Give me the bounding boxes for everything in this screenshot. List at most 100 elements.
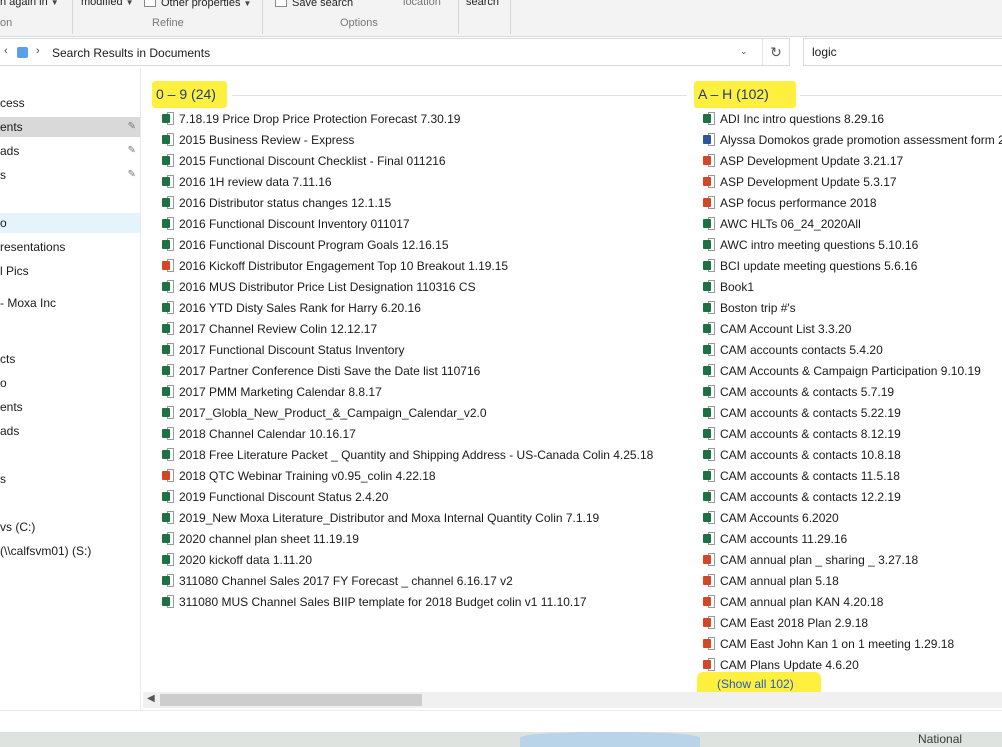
list-item[interactable]: 2016 1H review data 7.11.16	[162, 172, 332, 192]
list-item[interactable]: 2020 kickoff data 1.11.20	[162, 550, 312, 570]
list-item[interactable]: Boston trip #'s	[703, 298, 796, 318]
list-item[interactable]: 2015 Functional Discount Checklist - Fin…	[162, 151, 446, 171]
list-item[interactable]: 2016 Functional Discount Program Goals 1…	[162, 235, 449, 255]
scrollbar-thumb[interactable]	[160, 694, 422, 706]
list-item[interactable]: CAM accounts 11.29.16	[703, 529, 847, 549]
address-dropdown-icon[interactable]: ⌄	[740, 46, 748, 57]
nav-item-quick-access[interactable]: cess	[0, 93, 140, 113]
list-item[interactable]: CAM accounts & contacts 5.22.19	[703, 403, 901, 423]
list-item[interactable]: CAM Accounts & Campaign Participation 9.…	[703, 361, 981, 381]
open-again-button[interactable]: n again in ▼	[0, 0, 59, 8]
nav-item-documents-pinned[interactable]: ents ✎	[0, 117, 140, 137]
list-item[interactable]: CAM Account List 3.3.20	[703, 319, 851, 339]
list-item[interactable]: 2017 Partner Conference Disti Save the D…	[162, 361, 480, 381]
list-item[interactable]: CAM accounts & contacts 8.12.19	[703, 424, 901, 444]
excel-file-icon	[162, 574, 174, 587]
nav-item-onedrive-moxa[interactable]: - Moxa Inc	[0, 293, 140, 313]
file-name: 311080 MUS Channel Sales BIIP template f…	[179, 595, 587, 609]
chevron-left-icon[interactable]: ‹	[4, 45, 8, 57]
nav-item-documents[interactable]: ents	[0, 397, 140, 417]
list-item[interactable]: 2016 YTD Disty Sales Rank for Harry 6.20…	[162, 298, 421, 318]
list-item[interactable]: CAM East John Kan 1 on 1 meeting 1.29.18	[703, 634, 954, 654]
list-item[interactable]: CAM Accounts 6.2020	[703, 508, 839, 528]
list-item[interactable]: 2016 Distributor status changes 12.1.15	[162, 193, 391, 213]
close-search-label[interactable]: search	[466, 0, 499, 8]
list-item[interactable]: 2017 Channel Review Colin 12.12.17	[162, 319, 377, 339]
list-item[interactable]: 7.18.19 Price Drop Price Protection Fore…	[162, 109, 460, 129]
breadcrumb-separator-icon[interactable]: ›	[36, 45, 40, 57]
nav-item-objects[interactable]: cts	[0, 349, 140, 369]
list-item[interactable]: CAM annual plan 5.18	[703, 571, 839, 591]
list-item[interactable]: CAM accounts & contacts 10.8.18	[703, 445, 901, 465]
search-input[interactable]	[810, 44, 994, 60]
nav-item-label: o	[0, 376, 7, 390]
list-item[interactable]: 311080 Channel Sales 2017 FY Forecast _ …	[162, 571, 513, 591]
list-item[interactable]: Book1	[703, 277, 754, 297]
refresh-icon[interactable]: ↻	[762, 39, 789, 65]
excel-file-icon	[703, 259, 715, 272]
excel-file-icon	[162, 301, 174, 314]
nav-item-pics[interactable]: l Pics	[0, 261, 140, 281]
list-item[interactable]: CAM accounts & contacts 11.5.18	[703, 466, 900, 486]
list-item[interactable]: 2020 channel plan sheet 11.19.19	[162, 529, 359, 549]
nav-item-drive-c[interactable]: vs (C:)	[0, 517, 140, 537]
list-item[interactable]: CAM accounts & contacts 12.2.19	[703, 487, 901, 507]
list-item[interactable]: 2015 Business Review - Express	[162, 130, 354, 150]
list-item[interactable]: CAM accounts & contacts 5.7.19	[703, 382, 894, 402]
nav-item-desktop[interactable]: o	[0, 373, 140, 393]
list-item[interactable]: 2018 QTC Webinar Training v0.95_colin 4.…	[162, 466, 436, 486]
powerpoint-file-icon	[703, 154, 715, 167]
date-modified-button[interactable]: modified ▼	[81, 0, 134, 8]
horizontal-scrollbar[interactable]: ◀	[143, 692, 1002, 708]
list-item[interactable]: ASP Development Update 5.3.17	[703, 172, 897, 192]
list-item[interactable]: ASP focus performance 2018	[703, 193, 877, 213]
list-item[interactable]: ADI Inc intro questions 8.29.16	[703, 109, 884, 129]
search-box[interactable]	[803, 38, 1002, 66]
scroll-left-icon[interactable]: ◀	[147, 693, 155, 704]
list-item[interactable]: 2017 PMM Marketing Calendar 8.8.17	[162, 382, 382, 402]
other-properties-button[interactable]: Other properties ▼	[144, 0, 251, 9]
list-item[interactable]: 2016 MUS Distributor Price List Designat…	[162, 277, 476, 297]
map-label: National	[918, 732, 963, 746]
list-item[interactable]: Alyssa Domokos grade promotion assessmen…	[703, 130, 1002, 150]
list-item[interactable]: CAM accounts contacts 5.4.20	[703, 340, 883, 360]
address-bar[interactable]: ‹ › Search Results in Documents ⌄ ↻	[0, 38, 790, 66]
list-item[interactable]: BCI update meeting questions 5.6.16	[703, 256, 917, 276]
ribbon-divider	[510, 0, 511, 34]
save-search-button[interactable]: Save search	[275, 0, 353, 9]
group-header-a-h[interactable]: A – H (102)	[694, 81, 796, 108]
list-item[interactable]: CAM East 2018 Plan 2.9.18	[703, 613, 868, 633]
chevron-down-icon: ▼	[50, 0, 59, 7]
group-header-0-9[interactable]: 0 – 9 (24)	[152, 81, 227, 108]
nav-item-downloads-pinned[interactable]: ads ✎	[0, 141, 140, 161]
excel-file-icon	[703, 322, 715, 335]
nav-item-pictures-pinned[interactable]: s ✎	[0, 165, 140, 185]
list-item[interactable]: 2017_Globla_New_Product_&_Campaign_Calen…	[162, 403, 487, 423]
file-name: 2015 Business Review - Express	[179, 133, 355, 147]
list-item[interactable]: CAM annual plan _ sharing _ 3.27.18	[703, 550, 918, 570]
list-item[interactable]: 2019 Functional Discount Status 2.4.20	[162, 487, 388, 507]
list-item[interactable]: AWC intro meeting questions 5.10.16	[703, 235, 918, 255]
nav-item-drive-s[interactable]: (\\calfsvm01) (S:)	[0, 541, 140, 561]
list-item[interactable]: CAM annual plan KAN 4.20.18	[703, 592, 883, 612]
pin-icon[interactable]: ✎	[128, 117, 136, 137]
nav-item-videos[interactable]: s	[0, 469, 140, 489]
show-all-link[interactable]: (Show all 102)	[717, 677, 794, 691]
list-item[interactable]: 2017 Functional Discount Status Inventor…	[162, 340, 404, 360]
nav-item-folder[interactable]: o	[0, 213, 140, 233]
list-item[interactable]: 311080 MUS Channel Sales BIIP template f…	[162, 592, 587, 612]
list-item[interactable]: 2016 Kickoff Distributor Engagement Top …	[162, 256, 508, 276]
file-name: CAM annual plan _ sharing _ 3.27.18	[720, 553, 919, 567]
pin-icon[interactable]: ✎	[128, 141, 136, 161]
nav-item-presentations[interactable]: resentations	[0, 237, 140, 257]
breadcrumb[interactable]: Search Results in Documents	[52, 46, 210, 60]
list-item[interactable]: ASP Development Update 3.21.17	[703, 151, 903, 171]
open-location-label[interactable]: location	[403, 0, 441, 8]
list-item[interactable]: 2018 Channel Calendar 10.16.17	[162, 424, 356, 444]
list-item[interactable]: 2019_New Moxa Literature_Distributor and…	[162, 508, 599, 528]
nav-item-downloads[interactable]: ads	[0, 421, 140, 441]
pin-icon[interactable]: ✎	[128, 165, 136, 185]
list-item[interactable]: AWC HLTs 06_24_2020All	[703, 214, 861, 234]
list-item[interactable]: 2018 Free Literature Packet _ Quantity a…	[162, 445, 653, 465]
list-item[interactable]: 2016 Functional Discount Inventory 01101…	[162, 214, 410, 234]
